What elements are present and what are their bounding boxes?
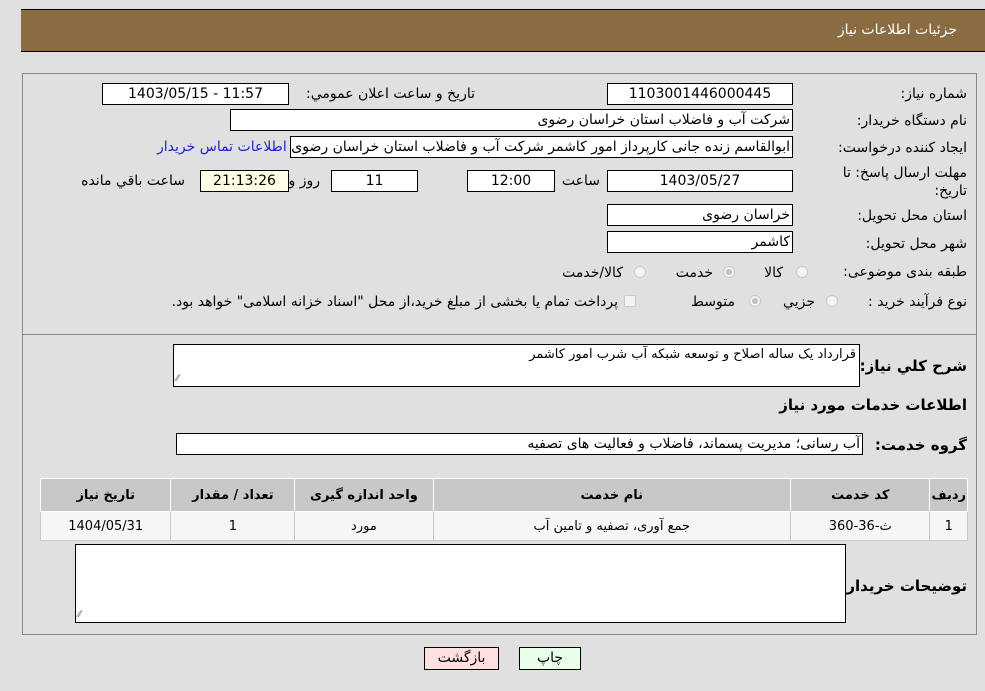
col-unit: واحد اندازه گيری <box>294 478 434 512</box>
services-table: رديف کد خدمت نام خدمت واحد اندازه گيری ت… <box>39 478 968 541</box>
cell-quantity: 1 <box>170 511 296 541</box>
deadline-date-field: 1403/05/27 <box>607 170 793 192</box>
buyer-notes-textarea[interactable] <box>75 544 846 623</box>
category-option-goods-service: کالا/خدمت <box>562 265 623 281</box>
buyer-org-label: نام دستگاه خريدار: <box>856 113 967 129</box>
process-type-label: نوع فرآيند خريد : <box>868 294 967 310</box>
category-radio-goods-service[interactable] <box>634 266 646 278</box>
province-label: استان محل تحويل: <box>857 208 967 224</box>
category-radio-service[interactable] <box>723 266 735 278</box>
treasury-note: پرداخت تمام يا بخشی از مبلغ خريد،از محل … <box>171 294 618 310</box>
table-row: 1 ث-36-360 جمع آوری، تصفيه و تامين آب مو… <box>39 511 968 541</box>
table-header-row: رديف کد خدمت نام خدمت واحد اندازه گيری ت… <box>39 478 968 512</box>
announce-label: تاريخ و ساعت اعلان عمومي: <box>306 86 475 102</box>
announce-datetime-field: 1403/05/15 - 11:57 <box>102 83 289 105</box>
deadline-time-field: 12:00 <box>467 170 555 192</box>
col-need-date: تاريخ نياز <box>39 478 172 512</box>
deadline-time-label: ساعت <box>561 173 600 189</box>
need-number-label: شماره نیاز: <box>900 86 968 102</box>
city-label: شهر محل تحويل: <box>865 236 967 252</box>
service-group-label: گروه خدمت: <box>874 436 967 454</box>
province-field: خراسان رضوی <box>607 204 793 226</box>
deadline-label: مهلت ارسال پاسخ: تا تاريخ: <box>842 165 967 199</box>
col-service-name: نام خدمت <box>432 478 792 512</box>
resize-grip-icon[interactable]: ⁄⁄ <box>78 610 81 620</box>
process-option-minor: جزيي <box>783 294 815 310</box>
process-option-medium: متوسط <box>691 294 735 310</box>
process-radio-minor[interactable] <box>826 295 838 307</box>
process-radio-medium[interactable] <box>749 295 761 307</box>
col-quantity: تعداد / مقدار <box>170 478 296 512</box>
cell-service-name: جمع آوری، تصفيه و تامين آب <box>432 511 792 541</box>
days-remaining-field: 11 <box>331 170 418 192</box>
col-service-code: کد خدمت <box>790 478 931 512</box>
creator-field: ابوالقاسم زنده جانی کارپرداز امور کاشمر … <box>290 136 793 158</box>
cell-row-number: 1 <box>929 511 968 541</box>
days-label: روز و <box>288 173 321 189</box>
service-group-field: آب رسانی؛ مديريت پسماند، فاضلاب و فعاليت… <box>176 433 863 455</box>
category-option-service: خدمت <box>675 265 713 281</box>
cell-service-code: ث-36-360 <box>790 511 931 541</box>
col-row-number: رديف <box>929 478 968 512</box>
page-title: جزئیات اطلاعات نیاز <box>837 22 957 38</box>
category-option-goods: کالا <box>764 265 783 281</box>
description-label: شرح کلي نياز: <box>859 357 967 375</box>
back-button[interactable]: بازگشت <box>424 647 499 670</box>
creator-label: ايجاد کننده درخواست: <box>838 140 967 156</box>
buyer-notes-label: توضيحات خريدار: <box>840 577 967 595</box>
cell-need-date: 1404/05/31 <box>39 511 172 541</box>
city-field: کاشمر <box>607 231 793 253</box>
print-button[interactable]: چاپ <box>519 647 581 670</box>
remaining-time-label: ساعت باقي مانده <box>81 173 185 189</box>
cell-unit: مورد <box>294 511 434 541</box>
description-textarea[interactable]: قرارداد یک ساله اصلاح و توسعه شبکه آب شر… <box>173 344 860 387</box>
remaining-time-field: 21:13:26 <box>200 170 289 192</box>
page-header: جزئیات اطلاعات نیاز <box>21 9 985 52</box>
need-number-field: 1103001446000445 <box>607 83 793 105</box>
category-radio-goods[interactable] <box>796 266 808 278</box>
category-label: طبقه بندی موضوعی: <box>843 264 967 280</box>
buyer-contact-link[interactable]: اطلاعات تماس خريدار <box>157 139 287 155</box>
buyer-org-field: شرکت آب و فاضلاب استان خراسان رضوی <box>230 109 793 131</box>
resize-grip-icon[interactable]: ⁄⁄ <box>176 374 179 384</box>
treasury-checkbox[interactable] <box>624 295 636 307</box>
services-section-title: اطلاعات خدمات مورد نياز <box>779 396 967 414</box>
